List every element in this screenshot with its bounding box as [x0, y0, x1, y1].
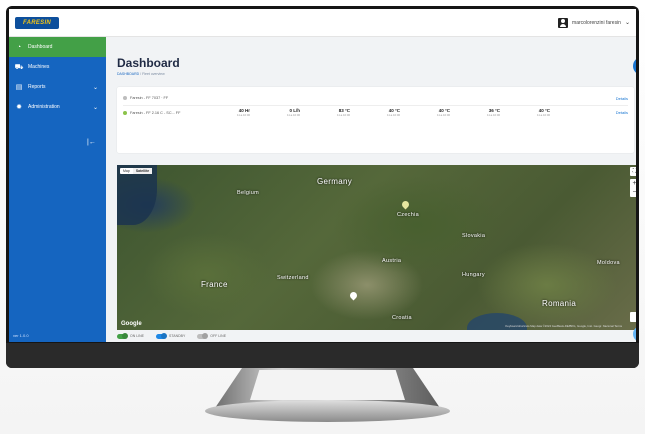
sidebar: ◔ Dashboard ⛟ Machines ▤ Reports ⌄ ✹ Adm… [9, 37, 106, 342]
machine-row[interactable]: Faresin - FF 2.16 C - SC... FF 40 Hr 11.… [123, 105, 628, 119]
metric-temp-4: 36 °C 11.a.10:00 [450, 108, 500, 117]
faresin-logo[interactable]: FARESIN [15, 16, 59, 29]
map-label: Croatia [392, 315, 412, 321]
zoom-out-button[interactable]: − [630, 188, 636, 197]
sidebar-item-reports[interactable]: ▤ Reports ⌄ [9, 77, 106, 97]
top-bar: FARESIN marcolorenzini faresin ⌄ [9, 9, 636, 37]
metric-fuel: 0 L/h 11.a.10:00 [250, 108, 300, 117]
monitor-chin [6, 343, 639, 368]
metric-timestamp: 11.a.10:00 [286, 113, 300, 117]
status-dot [123, 96, 127, 100]
zoom-in-button[interactable]: + [630, 179, 636, 188]
toggle-switch[interactable] [156, 333, 167, 339]
map-type-button[interactable]: Map [120, 168, 133, 174]
collapse-sidebar-icon[interactable]: |← [87, 139, 96, 146]
legend-online[interactable]: ON LINE [117, 333, 145, 339]
metric-timestamp: 11.a.10:00 [436, 113, 450, 117]
legend-standby[interactable]: STANDBY [156, 333, 186, 339]
toggle-switch[interactable] [197, 333, 208, 339]
metric-hours: 40 Hr 11.a.10:00 [200, 108, 250, 117]
main-content: Dashboard DASHBOARD / Fleet overview ≡ F… [106, 37, 636, 342]
map-type-toggle: Map Satellite [120, 168, 153, 174]
map-label: France [201, 280, 228, 289]
sidebar-item-label: Administration [28, 104, 60, 110]
gear-icon: ✹ [16, 104, 22, 111]
map-label: Hungary [462, 272, 485, 278]
sidebar-item-label: Dashboard [28, 44, 53, 50]
breadcrumb-link[interactable]: DASHBOARD [117, 72, 139, 76]
map-label: Switzerland [277, 275, 309, 281]
details-link[interactable]: Details [616, 96, 628, 101]
machines-card: Faresin - FF 7037 · FF Details Faresin -… [117, 87, 634, 153]
sidebar-item-label: Machines [28, 64, 50, 70]
sidebar-item-dashboard[interactable]: ◔ Dashboard [9, 37, 106, 57]
metric-timestamp: 11.a.10:00 [236, 113, 250, 117]
machine-name: Faresin - FF 7037 · FF [130, 96, 169, 100]
map-label: Moldova [597, 260, 620, 266]
metric-temp-3: 40 °C 11.a.10:00 [400, 108, 450, 117]
zoom-control: + − [630, 179, 636, 197]
monitor-stand-base [205, 400, 450, 422]
map-label: Romania [542, 299, 577, 308]
street-view-icon[interactable] [630, 312, 636, 322]
sidebar-item-administration[interactable]: ✹ Administration ⌄ [9, 97, 106, 117]
user-name: marcolorenzini faresin [572, 19, 621, 26]
metric-timestamp: 11.a.10:00 [386, 113, 400, 117]
user-icon [558, 17, 569, 28]
metric-temp-5: 40 °C 11.a.10:00 [500, 108, 550, 117]
legend-label: STANDBY [169, 334, 186, 338]
map-label: Germany [317, 177, 352, 186]
breadcrumb: DASHBOARD / Fleet overview [117, 72, 165, 76]
monitor-stand-cutout [250, 370, 405, 400]
sidebar-item-label: Reports [28, 84, 46, 90]
metric-timestamp: 11.a.10:00 [336, 113, 350, 117]
metric-temp-1: 83 °C 11.a.10:00 [300, 108, 350, 117]
user-menu[interactable]: marcolorenzini faresin ⌄ [558, 17, 630, 28]
app-screen: FARESIN marcolorenzini faresin ⌄ ◔ Dashb… [9, 9, 636, 342]
sidebar-item-machines[interactable]: ⛟ Machines [9, 57, 106, 77]
details-link[interactable]: Details [616, 110, 628, 115]
toggle-switch[interactable] [117, 333, 127, 339]
machine-name: Faresin - FF 2.16 C - SC... FF [130, 110, 181, 115]
map-label: Belgium [237, 190, 259, 196]
machine-location-pin[interactable] [350, 292, 357, 301]
machine-location-pin[interactable] [402, 201, 409, 210]
status-legend: ON LINE STANDBY OFF LINE [117, 332, 226, 340]
map-label: Slovakia [462, 233, 486, 239]
satellite-type-button[interactable]: Satellite [132, 168, 153, 174]
tractor-icon: ⛟ [14, 63, 24, 71]
metric-timestamp: 11.a.10:00 [536, 113, 550, 117]
fullscreen-icon[interactable]: ⛶ [630, 167, 636, 176]
legend-offline[interactable]: OFF LINE [197, 333, 227, 339]
map-label: Czechia [397, 212, 419, 218]
machine-row[interactable]: Faresin - FF 7037 · FF Details [123, 91, 628, 105]
page-title: Dashboard [117, 56, 180, 70]
photo-stage: FARESIN marcolorenzini faresin ⌄ ◔ Dashb… [0, 0, 645, 434]
app-version: ver 1.0.0 [13, 333, 29, 338]
breadcrumb-current: / Fleet overview [139, 72, 165, 76]
menu-fab-button[interactable]: ≡ [633, 57, 636, 75]
legend-label: OFF LINE [210, 334, 227, 338]
google-logo: Google [121, 321, 142, 327]
metric-temp-2: 40 °C 11.a.10:00 [350, 108, 400, 117]
chevron-down-icon: ⌄ [624, 20, 630, 26]
chart-icon: ▤ [15, 84, 23, 91]
map-sea-north [117, 165, 157, 225]
chevron-down-icon: ⌄ [92, 104, 98, 111]
gauge-icon: ◔ [16, 43, 22, 51]
metric-timestamp: 11.a.10:00 [486, 113, 500, 117]
map-attribution[interactable]: Keyboard shortcuts Map data ©2024 GeoBas… [505, 324, 622, 328]
map-label: Austria [382, 258, 402, 264]
satellite-map[interactable]: Map Satellite ⛶ + − Germany Belgium Czec… [117, 165, 636, 330]
chevron-down-icon: ⌄ [92, 84, 98, 91]
status-dot [123, 110, 127, 115]
legend-label: ON LINE [130, 334, 145, 338]
